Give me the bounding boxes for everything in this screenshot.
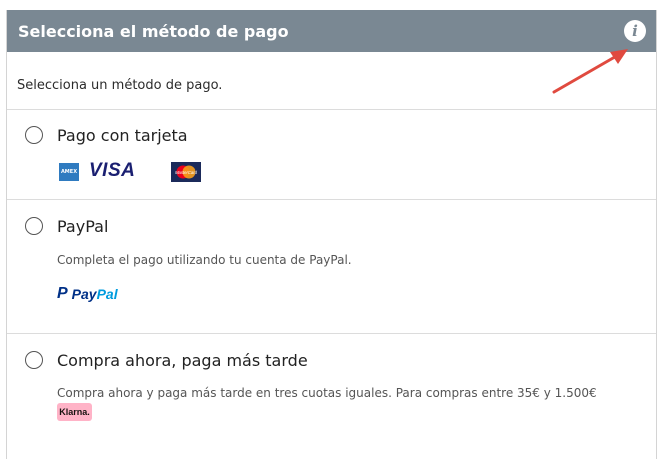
- paypal-logo-icon: P PayPal: [57, 285, 118, 303]
- option-paypal[interactable]: PayPal Completa el pago utilizando tu cu…: [7, 200, 656, 334]
- paypal-radio[interactable]: [25, 217, 43, 235]
- pay-later-radio[interactable]: [25, 351, 43, 369]
- page-title: Selecciona el método de pago: [18, 21, 289, 41]
- amex-logo-icon: AMEX: [59, 163, 79, 181]
- card-payment-radio[interactable]: [25, 126, 43, 144]
- paypal-word-b: Pal: [96, 286, 118, 302]
- card-payment-title: Pago con tarjeta: [57, 126, 188, 145]
- klarna-logo-icon: Klarna.: [57, 403, 92, 421]
- info-icon[interactable]: i: [624, 20, 646, 42]
- mastercard-logo-icon: MasterCard: [171, 162, 201, 182]
- visa-logo-icon: VISA: [89, 160, 136, 181]
- pay-later-title: Compra ahora, paga más tarde: [57, 351, 308, 370]
- option-card-payment[interactable]: Pago con tarjeta AMEX VISA MasterCard: [7, 110, 656, 200]
- paypal-mark: P: [57, 285, 68, 302]
- mastercard-text: MasterCard: [175, 170, 198, 175]
- red-arrow-icon: [552, 49, 628, 94]
- paypal-description: Completa el pago utilizando tu cuenta de…: [57, 253, 352, 267]
- option-pay-later[interactable]: Compra ahora, paga más tarde Compra ahor…: [7, 334, 656, 454]
- paypal-word-a: Pay: [71, 286, 97, 302]
- pay-later-description: Compra ahora y paga más tarde en tres cu…: [57, 386, 597, 400]
- paypal-title: PayPal: [57, 217, 109, 236]
- paypal-wordmark: PayPal: [72, 286, 118, 302]
